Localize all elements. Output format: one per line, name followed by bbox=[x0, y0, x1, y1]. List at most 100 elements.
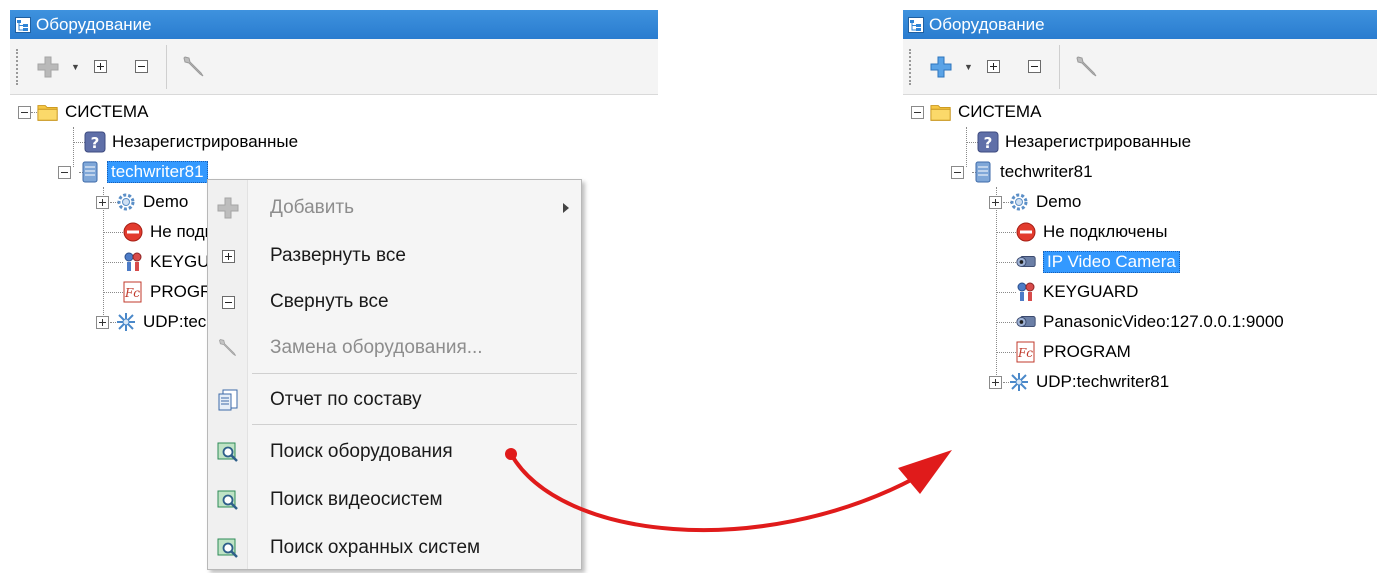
tree-label: СИСТЕМА bbox=[958, 102, 1042, 121]
menu-item-report[interactable]: Отчет по составу bbox=[208, 376, 581, 424]
tree-node-panasonic[interactable]: PanasonicVideo:127.0.0.1:9000 bbox=[1015, 307, 1284, 337]
expand-toggle[interactable] bbox=[989, 195, 1002, 209]
camera-icon bbox=[1015, 251, 1037, 273]
menu-separator bbox=[252, 424, 577, 425]
tree-node-server[interactable]: techwriter81 bbox=[951, 157, 1093, 187]
tree-node-program[interactable]: Fc PROGRAM bbox=[1015, 337, 1131, 367]
chevron-down-icon[interactable]: ▼ bbox=[964, 62, 973, 72]
add-icon bbox=[37, 56, 59, 77]
arrow-head bbox=[898, 450, 952, 494]
folder-icon bbox=[930, 101, 952, 123]
tree-node-unregistered[interactable]: ? Незарегистрированные bbox=[977, 127, 1191, 157]
tree-node-not-connected[interactable]: Не подключены bbox=[1015, 217, 1168, 247]
chevron-down-icon[interactable]: ▼ bbox=[71, 62, 80, 72]
menu-separator bbox=[252, 373, 577, 374]
add-icon bbox=[208, 197, 248, 219]
collapse-icon bbox=[134, 60, 148, 73]
svg-text:?: ? bbox=[984, 134, 993, 152]
panel-titlebar: Оборудование bbox=[903, 10, 1377, 39]
replace-equipment-button[interactable] bbox=[181, 53, 207, 81]
program-icon: Fc bbox=[1015, 341, 1037, 363]
tree-label: PanasonicVideo:127.0.0.1:9000 bbox=[1043, 312, 1284, 331]
svg-text:?: ? bbox=[91, 134, 100, 152]
tree-label: techwriter81 bbox=[1000, 162, 1093, 181]
panel-titlebar: Оборудование bbox=[10, 10, 658, 39]
submenu-arrow-icon bbox=[563, 203, 569, 213]
menu-label: Добавить bbox=[270, 197, 354, 218]
collapse-toggle[interactable] bbox=[911, 105, 924, 119]
context-menu: Добавить Развернуть все Свернуть все Зам… bbox=[207, 179, 582, 570]
toolbar-grip[interactable] bbox=[909, 48, 912, 85]
add-button[interactable] bbox=[37, 53, 59, 81]
menu-item-replace-equipment[interactable]: Замена оборудования... bbox=[208, 324, 581, 372]
equipment-panel-right: Оборудование ▼ СИСТЕМА ? Незарегистриров… bbox=[903, 10, 1377, 440]
tree-label: UDP:techwriter81 bbox=[1036, 372, 1170, 391]
program-icon: Fc bbox=[122, 281, 144, 303]
menu-label: Отчет по составу bbox=[270, 389, 422, 410]
menu-item-search-equipment[interactable]: Поиск оборудования bbox=[208, 428, 581, 476]
expand-icon bbox=[221, 249, 235, 263]
tree-view-icon bbox=[908, 16, 924, 33]
menu-item-collapse-all[interactable]: Свернуть все bbox=[208, 278, 581, 326]
menu-label: Свернуть все bbox=[270, 291, 389, 312]
wrench-icon bbox=[1076, 55, 1097, 76]
gear-icon bbox=[115, 191, 137, 213]
panel-title: Оборудование bbox=[929, 14, 1045, 34]
expand-toggle[interactable] bbox=[96, 195, 109, 209]
tree-label: IP Video Camera bbox=[1043, 251, 1180, 273]
expand-toggle[interactable] bbox=[96, 315, 109, 329]
collapse-toggle[interactable] bbox=[58, 165, 71, 179]
no-entry-icon bbox=[122, 221, 144, 243]
tree-node-udp[interactable]: UDP:techwriter81 bbox=[989, 367, 1169, 397]
wrench-icon bbox=[183, 55, 204, 76]
toolbar-separator bbox=[165, 44, 167, 89]
tree-node-system[interactable]: СИСТЕМА bbox=[911, 97, 1041, 127]
collapse-toggle[interactable] bbox=[951, 165, 964, 179]
tree-node-keyguard[interactable]: KEYGUARD bbox=[1015, 277, 1138, 307]
add-button[interactable] bbox=[930, 53, 952, 81]
collapse-icon bbox=[1027, 60, 1041, 73]
keyguard-icon bbox=[122, 251, 144, 273]
question-icon: ? bbox=[977, 131, 999, 153]
network-icon bbox=[115, 311, 137, 333]
camera-icon bbox=[1015, 311, 1037, 333]
folder-icon bbox=[37, 101, 59, 123]
collapse-all-button[interactable] bbox=[134, 53, 148, 81]
search-icon bbox=[208, 441, 248, 463]
add-icon bbox=[930, 56, 952, 77]
expand-all-button[interactable] bbox=[986, 53, 1000, 81]
expand-icon bbox=[986, 60, 1000, 73]
tree-node-unregistered[interactable]: ? Незарегистрированные bbox=[84, 127, 298, 157]
menu-label: Поиск видеосистем bbox=[270, 489, 443, 510]
toolbar-grip[interactable] bbox=[16, 48, 19, 85]
menu-label: Поиск охранных систем bbox=[270, 537, 481, 558]
tree-node-demo[interactable]: Demo bbox=[96, 187, 188, 217]
menu-item-add[interactable]: Добавить bbox=[208, 184, 581, 232]
expand-toggle[interactable] bbox=[989, 375, 1002, 389]
toolbar: ▼ bbox=[903, 39, 1377, 95]
collapse-all-button[interactable] bbox=[1027, 53, 1041, 81]
keyguard-icon bbox=[1015, 281, 1037, 303]
tree-node-system[interactable]: СИСТЕМА bbox=[18, 97, 148, 127]
tree-node-ip-camera[interactable]: IP Video Camera bbox=[1015, 247, 1180, 277]
menu-label: Развернуть все bbox=[270, 245, 406, 266]
menu-item-search-video[interactable]: Поиск видеосистем bbox=[208, 476, 581, 524]
question-icon: ? bbox=[84, 131, 106, 153]
tree-label: Незарегистрированные bbox=[1005, 132, 1192, 151]
tree-node-server[interactable]: techwriter81 bbox=[58, 157, 208, 187]
report-icon bbox=[208, 388, 248, 412]
search-icon bbox=[208, 489, 248, 511]
replace-equipment-button[interactable] bbox=[1074, 53, 1100, 81]
collapse-toggle[interactable] bbox=[18, 105, 31, 119]
tree-label: Demo bbox=[1036, 192, 1082, 211]
menu-item-search-security[interactable]: Поиск охранных систем bbox=[208, 524, 581, 572]
svg-text:Fc: Fc bbox=[124, 286, 140, 300]
menu-item-expand-all[interactable]: Развернуть все bbox=[208, 232, 581, 280]
toolbar-separator bbox=[1058, 44, 1060, 89]
tree-node-demo[interactable]: Demo bbox=[989, 187, 1081, 217]
toolbar: ▼ bbox=[10, 39, 658, 95]
collapse-icon bbox=[221, 295, 235, 309]
expand-all-button[interactable] bbox=[93, 53, 107, 81]
menu-label: Поиск оборудования bbox=[270, 441, 453, 462]
server-icon bbox=[972, 161, 994, 183]
